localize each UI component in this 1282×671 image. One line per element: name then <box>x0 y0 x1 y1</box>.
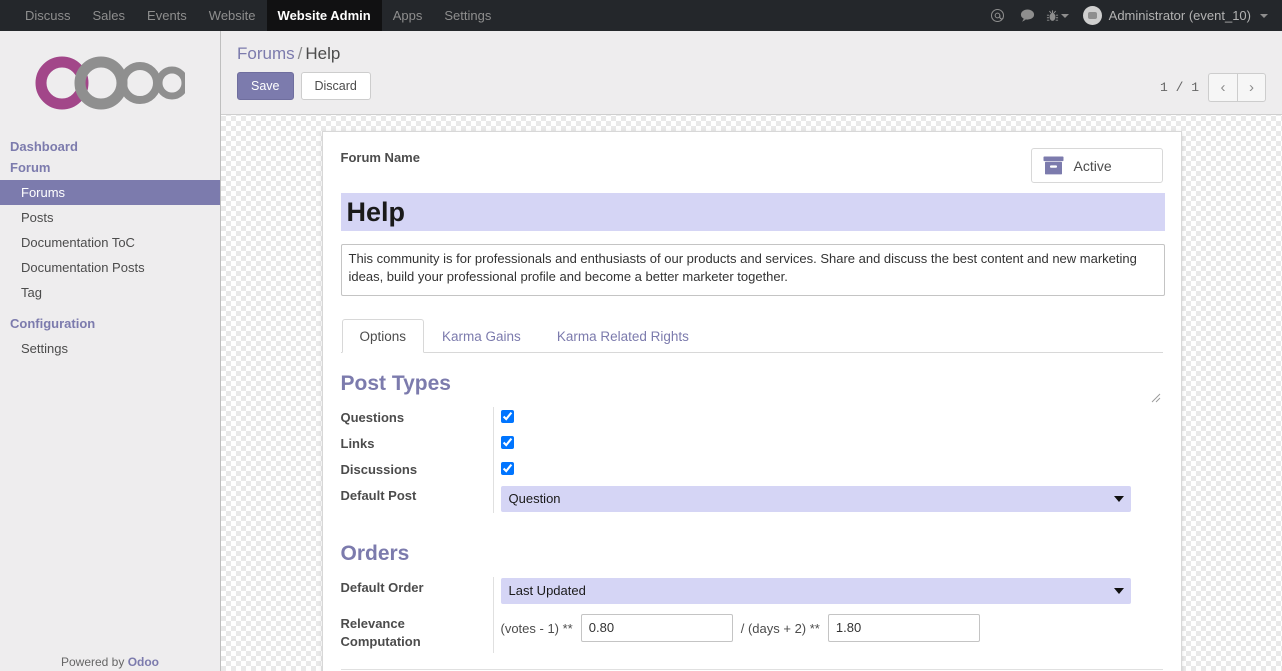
odoo-logo[interactable] <box>0 31 220 135</box>
questions-label: Questions <box>340 410 405 425</box>
breadcrumb-current: Help <box>305 44 341 63</box>
relevance-time-decay-input[interactable] <box>827 614 980 642</box>
notebook-tabs: Options Karma Gains Karma Related Rights <box>340 319 1163 353</box>
section-divider <box>340 669 1163 670</box>
field-row-discussions: Discussions <box>341 457 1163 483</box>
pager: 1 / 1 ‹ › <box>1160 73 1266 102</box>
nav-item-events[interactable]: Events <box>136 0 198 31</box>
top-navbar: Discuss Sales Events Website Website Adm… <box>0 0 1282 31</box>
sidebar-item-settings[interactable]: Settings <box>0 336 220 361</box>
breadcrumb: Forums / Help <box>237 43 1266 65</box>
tab-karma-related-rights[interactable]: Karma Related Rights <box>539 319 707 353</box>
field-row-links: Links <box>341 431 1163 457</box>
sidebar: Dashboard Forum Forums Posts Documentati… <box>0 31 221 671</box>
chevron-down-icon <box>1061 13 1070 18</box>
form-sheet: Forum Name Active This community is for … <box>321 131 1182 671</box>
archive-box-icon <box>1043 156 1063 175</box>
powered-prefix: Powered by <box>60 655 128 669</box>
field-row-relevance-computation: Relevance Computation (votes - 1) ** / (… <box>341 611 1163 655</box>
default-post-select[interactable]: Question <box>500 486 1131 512</box>
discussions-checkbox[interactable] <box>500 462 514 475</box>
relevance-post-vote-factor-input[interactable] <box>580 614 733 642</box>
avatar <box>1082 6 1102 25</box>
breadcrumb-link-forums[interactable]: Forums <box>237 44 295 63</box>
active-toggle-button[interactable]: Active <box>1030 148 1163 183</box>
nav-item-settings[interactable]: Settings <box>433 0 502 31</box>
tab-options[interactable]: Options <box>341 319 425 353</box>
user-menu[interactable]: Administrator (event_10) <box>1073 6 1274 25</box>
pager-count: 1 / 1 <box>1159 80 1199 95</box>
discussions-label: Discussions <box>340 462 418 477</box>
group-orders: Orders Default Order Last Updated Releva… <box>340 541 1163 670</box>
forum-name-label: Forum Name <box>340 150 420 165</box>
form-action-buttons: Save Discard <box>237 72 1266 100</box>
app-menu-list: Discuss Sales Events Website Website Adm… <box>14 0 502 31</box>
pager-previous-button[interactable]: ‹ <box>1208 73 1237 102</box>
discard-button[interactable]: Discard <box>300 72 371 100</box>
form-view: Forum Name Active This community is for … <box>221 115 1282 671</box>
save-button[interactable]: Save <box>237 72 294 100</box>
nav-item-apps[interactable]: Apps <box>382 0 434 31</box>
links-checkbox[interactable] <box>500 436 514 449</box>
links-label: Links <box>340 436 375 451</box>
sidebar-section-dashboard: Dashboard <box>10 139 78 154</box>
orders-title: Orders <box>340 542 410 565</box>
messaging-icon[interactable] <box>1013 0 1043 31</box>
nav-item-discuss[interactable]: Discuss <box>14 0 82 31</box>
relevance-prefix-text: (votes - 1) ** <box>500 620 573 636</box>
powered-brand: Odoo <box>127 655 160 669</box>
relevance-middle-text: / (days + 2) ** <box>740 620 820 636</box>
nav-item-website-admin[interactable]: Website Admin <box>266 0 382 31</box>
forum-description-textarea[interactable]: This community is for professionals and … <box>340 244 1165 296</box>
field-row-default-post: Default Post Question <box>341 483 1163 515</box>
relevance-label-line2: Computation <box>340 634 421 649</box>
sidebar-item-documentation-toc[interactable]: Documentation ToC <box>0 230 220 255</box>
navbar-systray: Administrator (event_10) <box>983 0 1282 31</box>
field-row-questions: Questions <box>341 405 1163 431</box>
sidebar-item-documentation-posts[interactable]: Documentation Posts <box>0 255 220 280</box>
tab-karma-gains[interactable]: Karma Gains <box>424 319 539 353</box>
chevron-down-icon <box>1260 13 1268 18</box>
relevance-computation-label: Relevance Computation <box>341 611 493 655</box>
user-name-label: Administrator (event_10) <box>1108 8 1251 23</box>
default-order-label: Default Order <box>340 580 424 595</box>
group-post-types: Post Types Questions Links Discussions D… <box>341 371 1163 515</box>
mentions-icon[interactable] <box>983 0 1013 31</box>
nav-item-sales[interactable]: Sales <box>82 0 137 31</box>
sidebar-section-forum: Forum <box>10 160 51 175</box>
sidebar-item-posts[interactable]: Posts <box>0 205 220 230</box>
nav-item-website[interactable]: Website <box>198 0 267 31</box>
sidebar-section-configuration: Configuration <box>10 316 96 331</box>
sheet-header: Forum Name Active <box>341 148 1163 183</box>
forum-name-input[interactable] <box>340 193 1165 231</box>
sidebar-item-tag[interactable]: Tag <box>0 280 220 305</box>
pager-next-button[interactable]: › <box>1237 73 1266 102</box>
questions-checkbox[interactable] <box>500 410 514 423</box>
relevance-label-line1: Relevance <box>340 616 405 631</box>
control-panel: Forums / Help Save Discard 1 / 1 ‹ › <box>221 31 1282 115</box>
active-label: Active <box>1073 157 1112 174</box>
powered-by-odoo[interactable]: Powered by Odoo <box>0 655 220 671</box>
post-types-title: Post Types <box>340 372 451 395</box>
field-row-default-order: Default Order Last Updated <box>341 575 1163 607</box>
default-post-label: Default Post <box>340 488 417 503</box>
debug-icon[interactable] <box>1043 0 1073 31</box>
content-area: Forums / Help Save Discard 1 / 1 ‹ › Forum… <box>221 31 1282 671</box>
default-order-select[interactable]: Last Updated <box>500 578 1131 604</box>
sidebar-item-forums[interactable]: Forums <box>0 180 220 205</box>
breadcrumb-separator: / <box>297 44 303 63</box>
